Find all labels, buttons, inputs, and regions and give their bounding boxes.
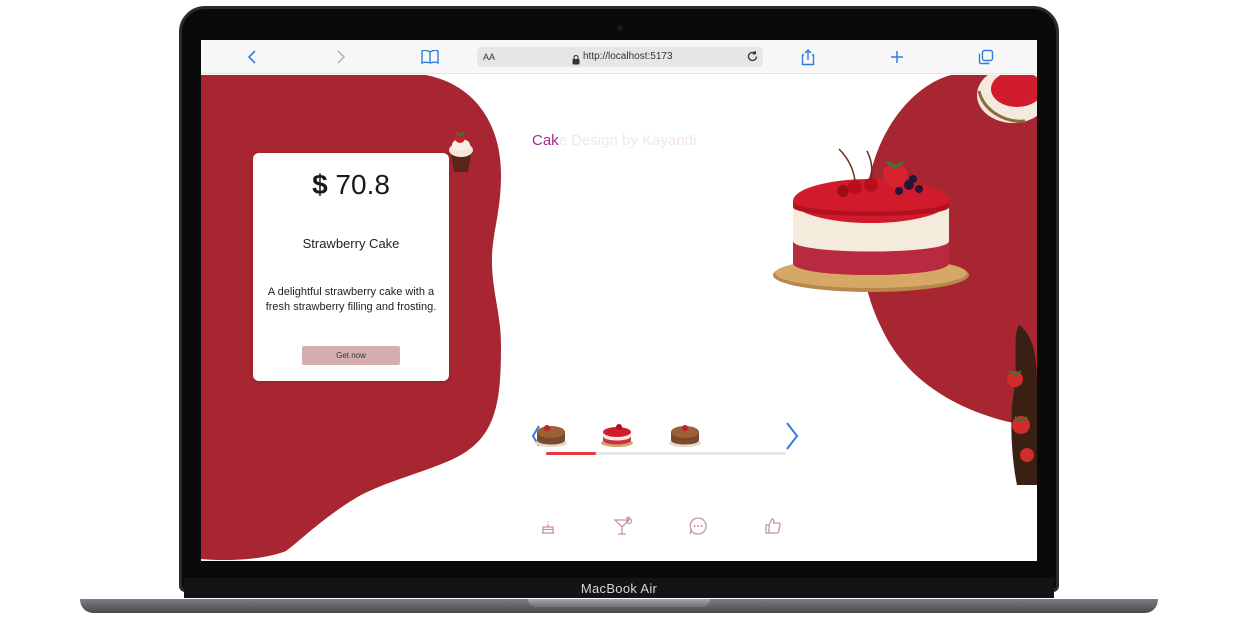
carousel-progress-track: [546, 452, 786, 455]
get-now-button[interactable]: Get now: [302, 346, 400, 365]
cupcake-icon: [449, 131, 473, 172]
forward-icon[interactable]: [330, 47, 352, 67]
product-card: $ 70.8 Strawberry Cake A delightful stra…: [253, 153, 449, 381]
camera: [617, 25, 623, 31]
device-model-label: MacBook Air: [580, 581, 658, 596]
carousel-thumb-chocolate-cake[interactable]: [533, 418, 569, 448]
laptop-notch: [528, 599, 710, 607]
price-value: 70.8: [335, 169, 390, 200]
currency-symbol: $: [312, 169, 328, 200]
screen: AA http://localhost:5173 $ 70.8 Strawber…: [201, 40, 1037, 561]
thumbs-up-icon[interactable]: [762, 515, 784, 537]
page-headline: Cake Design by Kayandi: [532, 132, 696, 149]
headline-visible-part: Cak: [532, 132, 559, 149]
carousel-progress-fill: [546, 452, 597, 455]
bookmarks-icon[interactable]: [419, 47, 441, 67]
browser-toolbar: AA http://localhost:5173: [201, 40, 1037, 74]
carousel-thumb-strawberry-cake[interactable]: [599, 418, 635, 448]
chocolate-cake-partial-image: [1007, 325, 1037, 485]
headline-faded-part: e Design by Kayandi: [558, 132, 697, 149]
product-description: A delightful strawberry cake with a fres…: [265, 286, 437, 313]
carousel-thumb-chocolate-cake-2[interactable]: [667, 418, 703, 448]
product-price: $ 70.8: [253, 169, 449, 201]
tabs-icon[interactable]: [975, 47, 997, 67]
lock-icon: [572, 52, 580, 70]
url-text: http://localhost:5173: [583, 51, 673, 62]
strawberry-cake-image: [773, 148, 969, 292]
text-size-button[interactable]: AA: [483, 52, 495, 62]
share-icon[interactable]: [797, 47, 819, 67]
chat-icon[interactable]: [687, 515, 709, 537]
cake-partial-top-image: [977, 75, 1037, 123]
back-icon[interactable]: [241, 47, 263, 67]
cocktail-icon[interactable]: [612, 515, 634, 537]
device-frame: MacBook Air AA http://localhost:5173 $ 7…: [0, 0, 1235, 630]
carousel-next-icon[interactable]: [785, 421, 799, 451]
address-bar[interactable]: AA http://localhost:5173: [477, 47, 763, 67]
web-page: $ 70.8 Strawberry Cake A delightful stra…: [201, 75, 1037, 561]
new-tab-icon[interactable]: [886, 47, 908, 67]
cake-icon[interactable]: [537, 515, 559, 537]
reload-icon[interactable]: [746, 50, 759, 68]
product-title: Strawberry Cake: [302, 236, 400, 251]
